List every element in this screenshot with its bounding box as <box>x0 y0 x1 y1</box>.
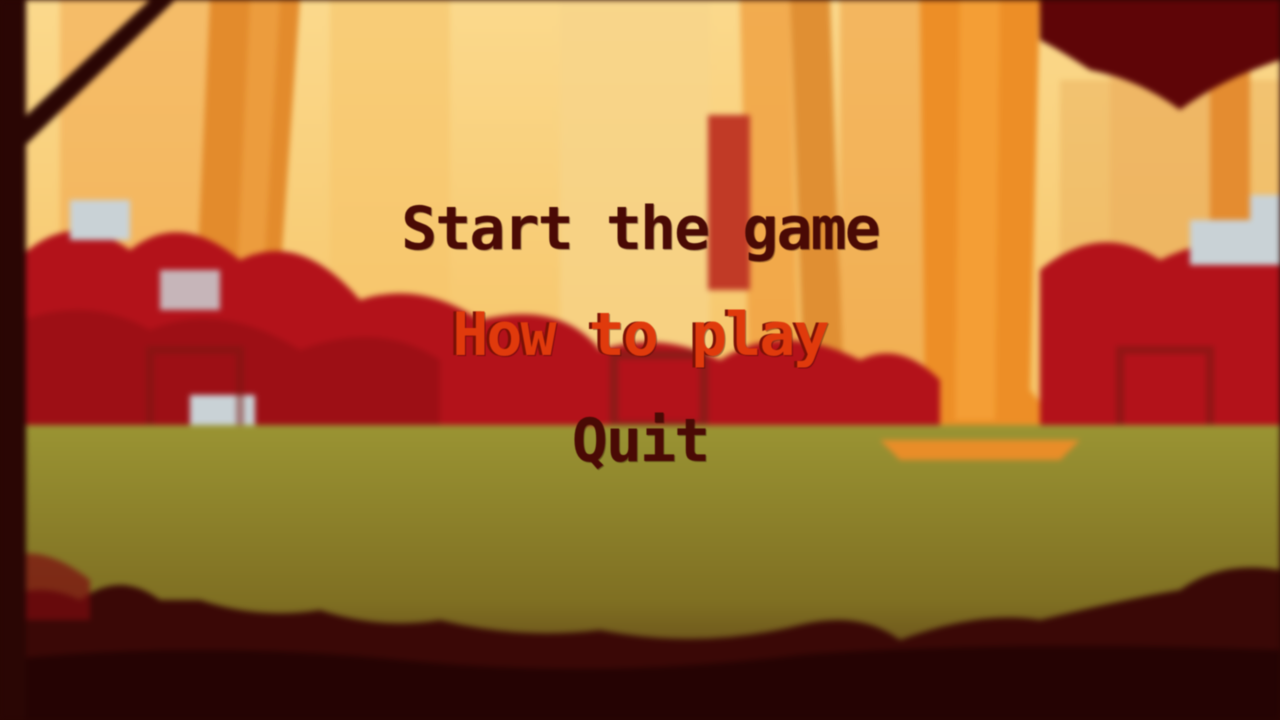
menu-item-quit[interactable]: Quit <box>0 406 1280 476</box>
menu-item-how-to-play[interactable]: How to play <box>0 300 1280 370</box>
main-menu: Start the game How to play Quit <box>0 0 1280 720</box>
game-scene: Start the game How to play Quit <box>0 0 1280 720</box>
menu-item-start-game[interactable]: Start the game <box>0 194 1280 264</box>
